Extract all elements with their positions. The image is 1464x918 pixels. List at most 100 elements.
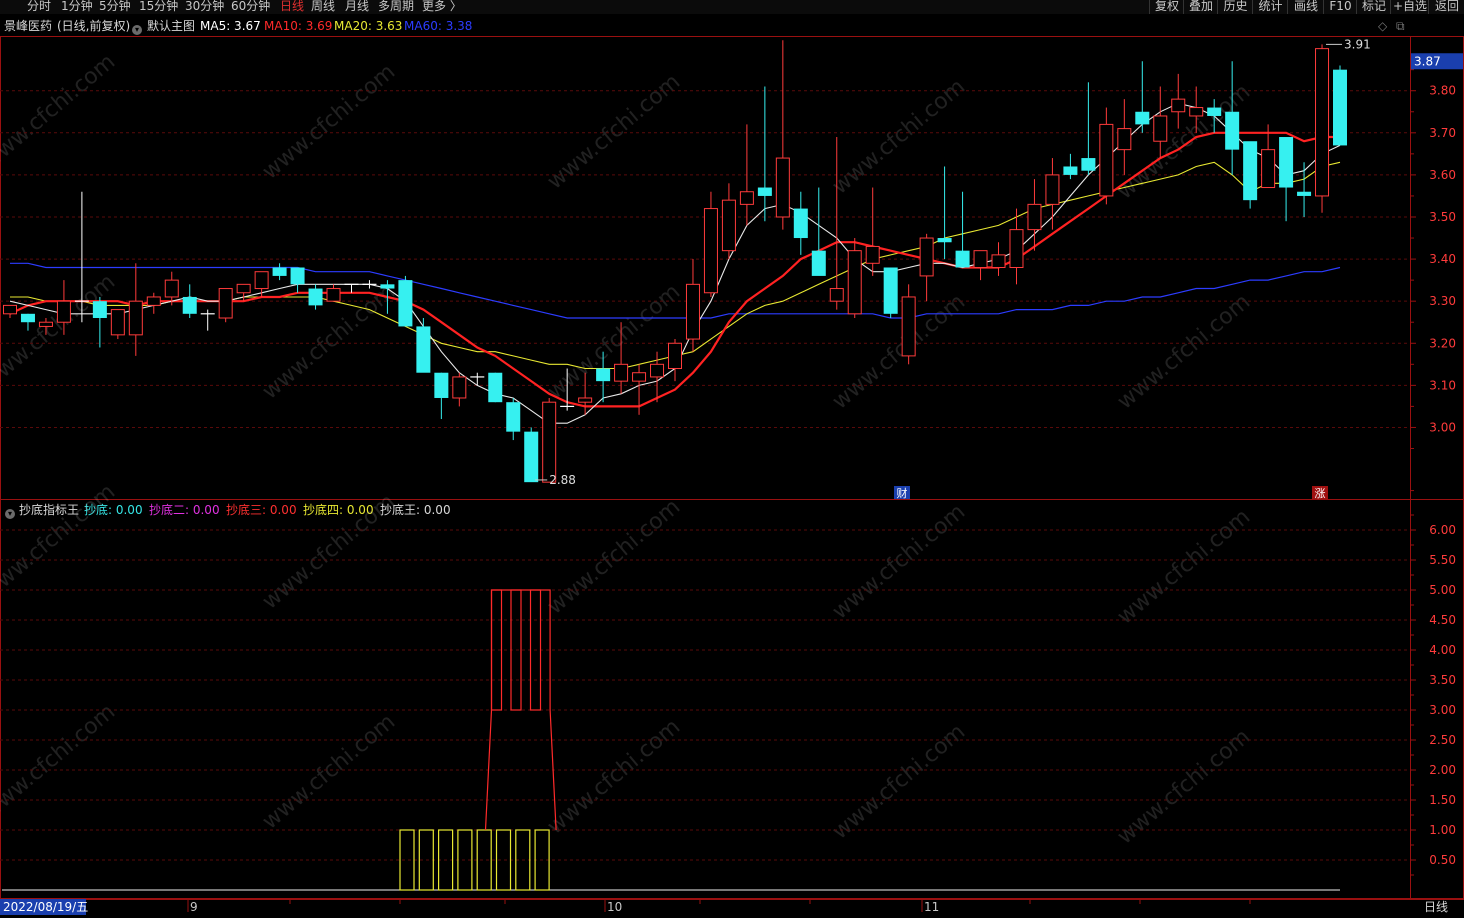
candle-body <box>182 296 197 314</box>
candle-body <box>596 368 611 382</box>
price-tick-label: 3.80 <box>1429 84 1456 98</box>
candle-body <box>56 300 71 323</box>
indicator-tick-label: 3.00 <box>1429 703 1456 717</box>
candle-body <box>326 288 341 302</box>
candle-body <box>650 363 665 378</box>
candle-body <box>1207 107 1222 116</box>
candle-body <box>614 363 629 382</box>
month-label: 9 <box>190 900 198 914</box>
candle-body <box>20 313 35 323</box>
current-price-label: 3.87 <box>1414 54 1441 68</box>
candle-body <box>272 267 287 276</box>
price-tick-label: 3.70 <box>1429 126 1456 140</box>
price-tick-label: 3.20 <box>1429 336 1456 350</box>
candle-body <box>1261 149 1276 189</box>
finance-marker: 财 <box>897 486 908 500</box>
indicator-tick-label: 6.00 <box>1429 523 1456 537</box>
indicator-bar-yellow <box>476 829 492 891</box>
watermark-text: www.cfchi.com <box>0 269 120 394</box>
candle-body <box>1099 123 1114 197</box>
high-price-label: 3.91 <box>1344 37 1371 51</box>
watermark-text: www.cfchi.com <box>1113 724 1255 849</box>
watermark-text: www.cfchi.com <box>543 69 685 194</box>
candle-body <box>1333 69 1347 146</box>
watermark-text: www.cfchi.com <box>828 719 970 844</box>
watermark-text: www.cfchi.com <box>543 714 685 839</box>
candle-body <box>92 301 107 319</box>
candle-body <box>937 238 952 243</box>
candle-body <box>721 199 736 252</box>
candle-body <box>1189 107 1204 117</box>
month-label: 10 <box>607 900 622 914</box>
watermark-text: www.cfchi.com <box>258 59 400 184</box>
watermark-text: www.cfchi.com <box>1113 289 1255 414</box>
candle-body <box>919 237 934 277</box>
candle-body <box>146 296 161 306</box>
candle-body <box>506 402 521 432</box>
watermark-text: www.cfchi.com <box>828 499 970 624</box>
watermark-text: www.cfchi.com <box>258 709 400 834</box>
candle-body <box>668 342 682 370</box>
candle-body <box>398 280 413 327</box>
candle-body <box>3 304 17 315</box>
candle-body <box>1171 98 1186 113</box>
candle-body <box>1315 48 1330 197</box>
candle-body <box>236 283 251 294</box>
candle-body <box>632 372 647 382</box>
first-date-label: 2022/08/19/五 <box>3 900 88 914</box>
candle-body <box>452 376 467 399</box>
price-tick-label: 3.30 <box>1429 294 1456 308</box>
candle-body <box>1243 141 1258 201</box>
indicator-tick-label: 0.50 <box>1429 853 1456 867</box>
candle-body <box>955 250 970 268</box>
candle-body <box>128 300 143 336</box>
indicator-tick-label: 2.00 <box>1429 763 1456 777</box>
month-label: 11 <box>924 900 939 914</box>
watermark-text: www.cfchi.com <box>0 479 120 604</box>
candle-body <box>847 250 862 315</box>
candle-body <box>1297 191 1312 196</box>
candle-body <box>434 372 449 398</box>
price-tick-label: 3.60 <box>1429 168 1456 182</box>
candle-body <box>793 208 808 239</box>
watermark-text: www.cfchi.com <box>258 489 400 614</box>
candle-body <box>308 288 323 306</box>
candle-body <box>1009 229 1024 268</box>
candle-body <box>380 284 395 289</box>
candle-body <box>1027 203 1042 231</box>
candle-body <box>164 279 179 298</box>
candle-body <box>1225 111 1240 150</box>
candle-body <box>254 271 269 290</box>
candle-body <box>865 245 880 264</box>
watermark-text: www.cfchi.com <box>828 74 970 199</box>
candle-body <box>901 296 916 357</box>
candle-body <box>416 326 431 373</box>
watermark-text: www.cfchi.com <box>0 49 120 174</box>
candle-body <box>739 191 754 205</box>
price-tick-label: 3.00 <box>1429 420 1456 434</box>
candle-body <box>973 250 988 268</box>
indicator-tick-label: 5.50 <box>1429 553 1456 567</box>
candle-body <box>218 288 233 319</box>
candle-body <box>1081 158 1096 171</box>
chart-area[interactable]: www.cfchi.com www.cfchi.com www.cfchi.com w… <box>0 0 1464 918</box>
candle-body <box>290 267 305 285</box>
candle-body <box>38 321 53 327</box>
indicator-tick-label: 4.50 <box>1429 613 1456 627</box>
candle-body <box>1063 166 1078 175</box>
candle-body <box>1279 137 1294 188</box>
price-tick-label: 3.10 <box>1429 378 1456 392</box>
watermark-text: www.cfchi.com <box>0 699 120 824</box>
indicator-tick-label: 1.00 <box>1429 823 1456 837</box>
price-tick-label: 3.50 <box>1429 210 1456 224</box>
candle-body <box>1117 128 1132 151</box>
candle-body <box>703 208 718 294</box>
candle-body <box>829 288 844 302</box>
indicator-tick-label: 3.50 <box>1429 673 1456 687</box>
candle-body <box>1045 174 1060 205</box>
candle-body <box>811 250 826 276</box>
candle-body <box>991 254 1006 268</box>
indicator-tick-label: 2.50 <box>1429 733 1456 747</box>
candle-body <box>775 157 790 218</box>
indicator-tick-label: 4.00 <box>1429 643 1456 657</box>
